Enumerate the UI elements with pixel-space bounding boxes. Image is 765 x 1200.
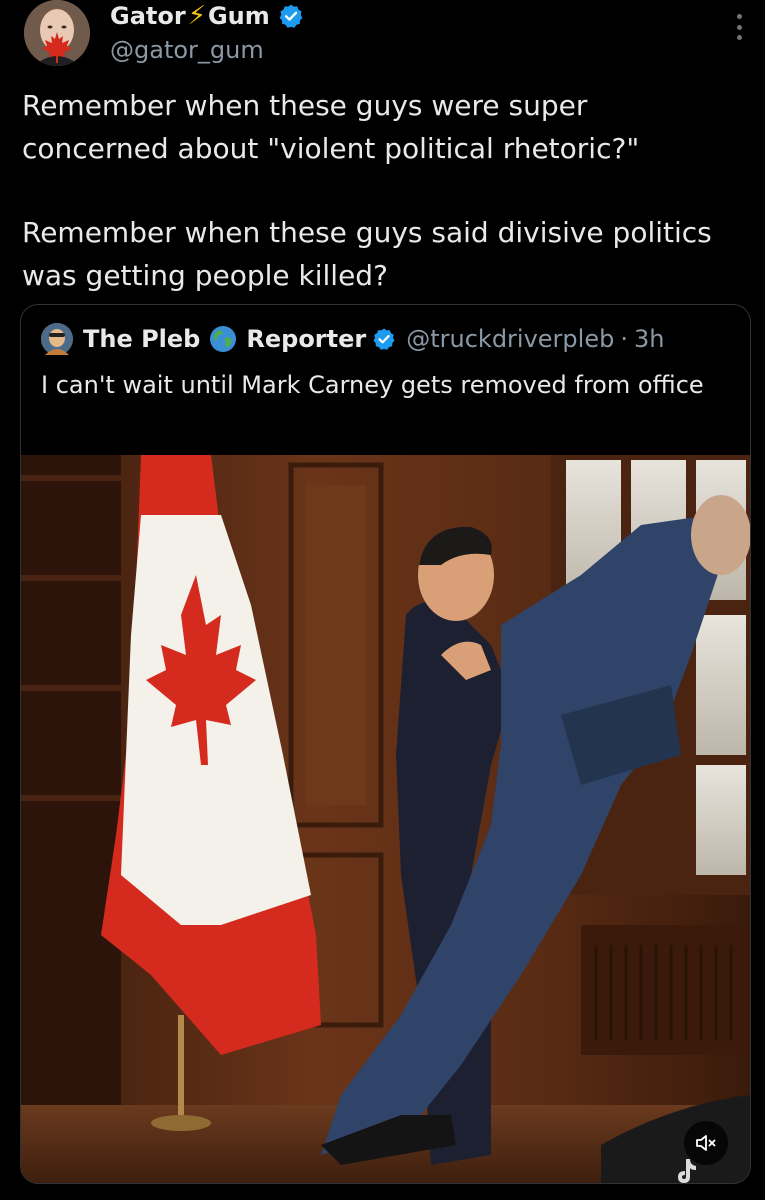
lightning-bolt-icon: ⚡ [187, 1, 206, 31]
tweet: Gator ⚡ Gum @gator_gum Remember when the… [0, 0, 765, 1200]
maple-leaf-icon [42, 32, 72, 63]
globe-icon [210, 326, 237, 352]
tweet-text: Remember when these guys were super conc… [22, 84, 742, 297]
quoted-author-name-part1[interactable]: The Pleb [83, 325, 200, 353]
tweet-paragraph-1: Remember when these guys were super conc… [22, 89, 640, 165]
quoted-author-handle[interactable]: @truckdriverpleb [406, 325, 614, 353]
tiktok-logo-icon [678, 1159, 696, 1183]
verified-badge-icon [279, 4, 303, 28]
quoted-timestamp[interactable]: 3h [634, 325, 664, 353]
author-name[interactable]: Gator ⚡ Gum [110, 2, 304, 30]
quoted-media[interactable] [21, 455, 750, 1183]
more-dot [736, 14, 742, 19]
more-dot [736, 24, 742, 30]
quoted-tweet[interactable]: The Pleb Reporter @truckdriverpleb · 3h … [20, 304, 751, 1184]
author-avatar[interactable] [24, 0, 90, 66]
more-options-icon[interactable] [735, 14, 743, 40]
more-dot [736, 35, 742, 40]
volume-muted-icon [696, 1135, 716, 1151]
tweet-paragraph-2: Remember when these guys said divisive p… [22, 216, 712, 292]
quoted-tweet-header: The Pleb Reporter @truckdriverpleb · 3h [41, 323, 664, 355]
quoted-author-avatar[interactable] [41, 323, 73, 355]
quoted-tweet-text: I can't wait until Mark Carney gets remo… [41, 371, 704, 399]
quoted-verified-badge-icon [373, 328, 395, 350]
video-thumbnail-image [21, 455, 750, 1183]
author-name-part2: Gum [207, 2, 270, 30]
quoted-author-name-part2[interactable]: Reporter [246, 325, 366, 353]
quoted-avatar-image [41, 323, 73, 355]
separator-dot: · [620, 325, 628, 353]
author-handle[interactable]: @gator_gum [110, 36, 264, 64]
author-name-part1: Gator [110, 2, 186, 30]
